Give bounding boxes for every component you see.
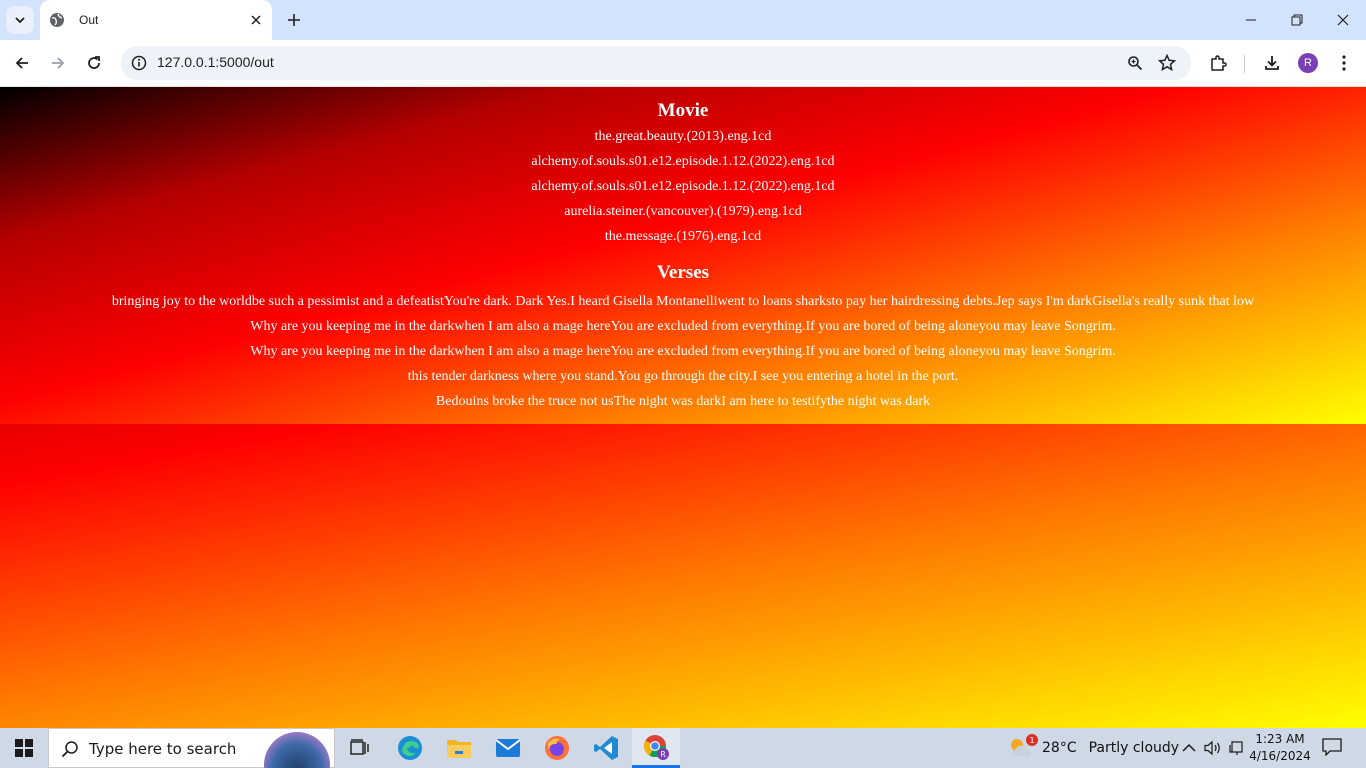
vscode-icon <box>594 736 618 760</box>
clock[interactable]: 1:23 AM 4/16/2024 <box>1249 731 1311 765</box>
globe-icon <box>49 12 65 28</box>
search-icon <box>61 741 78 758</box>
show-hidden-icons-button[interactable] <box>1179 738 1199 758</box>
movie-item: alchemy.of.souls.s01.e12.episode.1.12.(2… <box>531 154 835 169</box>
weather-temperature: 28°C <box>1042 740 1077 756</box>
downloads-button[interactable] <box>1256 47 1288 79</box>
tab-title: Out <box>79 13 99 27</box>
chrome-profile-badge: R <box>660 750 666 759</box>
verse-item: bringing joy to the worldbe such a pessi… <box>111 294 1255 309</box>
close-tab-icon[interactable] <box>246 10 266 30</box>
restore-button[interactable] <box>1274 0 1320 40</box>
movie-item: alchemy.of.souls.s01.e12.episode.1.12.(2… <box>531 179 835 194</box>
clock-time: 1:23 AM <box>1255 732 1305 746</box>
movie-item: the.message.(1976).eng.1cd <box>604 229 762 244</box>
clock-date: 4/16/2024 <box>1249 749 1311 763</box>
folder-icon <box>447 740 471 758</box>
notifications-button[interactable] <box>1322 738 1344 758</box>
minimize-icon <box>1246 19 1256 21</box>
start-button[interactable] <box>0 728 48 768</box>
task-view-button[interactable] <box>336 728 384 768</box>
address-bar[interactable]: 127.0.0.1:5000/out <box>121 46 1191 80</box>
profile-button[interactable]: R <box>1292 47 1324 79</box>
menu-button[interactable] <box>1328 47 1360 79</box>
bookmark-button[interactable] <box>1153 49 1181 77</box>
movie-item: aurelia.steiner.(vancouver).(1979).eng.1… <box>564 204 802 219</box>
info-icon <box>131 55 147 71</box>
puzzle-icon <box>1211 55 1227 71</box>
taskbar-vscode[interactable] <box>582 728 630 768</box>
search-placeholder: Type here to search <box>89 740 237 758</box>
task-view-icon <box>350 739 369 755</box>
reload-icon <box>88 56 100 69</box>
windows-logo-icon <box>15 739 33 757</box>
arrow-left-icon <box>15 57 28 69</box>
verse-item: Why are you keeping me in the darkwhen I… <box>250 344 1116 359</box>
toolbar-divider <box>1244 55 1245 73</box>
speaker-icon <box>1204 740 1220 756</box>
search-highlight-image[interactable] <box>264 732 330 768</box>
close-window-button[interactable] <box>1320 0 1366 40</box>
browser-tab[interactable]: Out <box>40 0 272 40</box>
extensions-button[interactable] <box>1202 47 1234 79</box>
network-icon <box>1229 741 1243 755</box>
zoom-icon <box>1128 56 1143 71</box>
restore-icon <box>1291 14 1303 26</box>
star-icon <box>1158 54 1176 72</box>
back-button[interactable] <box>6 47 38 79</box>
taskbar-chrome[interactable]: R <box>632 728 680 768</box>
tab-search-button[interactable] <box>6 6 34 34</box>
chrome-icon: R <box>644 734 669 760</box>
taskbar-firefox[interactable] <box>533 728 581 768</box>
volume-button[interactable] <box>1203 738 1223 758</box>
edge-icon <box>398 736 422 760</box>
weather-description: Partly cloudy <box>1088 740 1180 756</box>
movie-list: the.great.beauty.(2013).eng.1cd alchemy.… <box>0 124 1366 249</box>
kebab-menu-icon <box>1342 55 1346 71</box>
minimize-button[interactable] <box>1228 0 1274 40</box>
notification-icon <box>1322 738 1342 757</box>
close-icon <box>1337 14 1349 26</box>
zoom-button[interactable] <box>1121 49 1149 77</box>
chevron-up-icon <box>1182 743 1196 752</box>
network-button[interactable] <box>1227 738 1247 758</box>
verse-item: Bedouins broke the truce not usThe night… <box>435 394 931 409</box>
verses-list: bringing joy to the worldbe such a pessi… <box>0 289 1366 414</box>
browser-toolbar: 127.0.0.1:5000/out R <box>0 40 1366 87</box>
avatar: R <box>1298 53 1318 73</box>
partly-cloudy-icon: 1 <box>1008 734 1038 760</box>
taskbar-mail[interactable] <box>484 728 532 768</box>
taskbar-search-box[interactable]: Type here to search <box>48 728 335 768</box>
new-tab-button[interactable] <box>280 6 308 34</box>
download-icon <box>1265 56 1279 70</box>
weather-widget[interactable]: 1 28°C Partly cloudy <box>1008 728 1179 768</box>
verse-item: this tender darkness where you stand.You… <box>407 369 959 384</box>
content-block: Movie the.great.beauty.(2013).eng.1cd al… <box>0 87 1366 424</box>
page-viewport: Movie the.great.beauty.(2013).eng.1cd al… <box>0 87 1366 728</box>
verses-heading: Verses <box>656 262 710 283</box>
mail-icon <box>495 739 521 757</box>
chevron-down-icon <box>15 17 25 24</box>
url-text[interactable]: 127.0.0.1:5000/out <box>157 54 274 70</box>
forward-button[interactable] <box>42 47 74 79</box>
verse-item: Why are you keeping me in the darkwhen I… <box>250 319 1116 334</box>
firefox-icon <box>545 736 569 760</box>
taskbar-file-explorer[interactable] <box>435 728 483 768</box>
taskbar: Type here to search R 1 28°C Partly clou… <box>0 728 1366 768</box>
movie-item: the.great.beauty.(2013).eng.1cd <box>594 129 772 144</box>
browser-titlebar: Out <box>0 0 1366 40</box>
site-info-button[interactable] <box>125 49 153 77</box>
arrow-right-icon <box>52 57 65 69</box>
taskbar-edge[interactable] <box>386 728 434 768</box>
plus-icon <box>288 14 300 26</box>
weather-badge: 1 <box>1026 734 1038 746</box>
reload-button[interactable] <box>78 47 110 79</box>
